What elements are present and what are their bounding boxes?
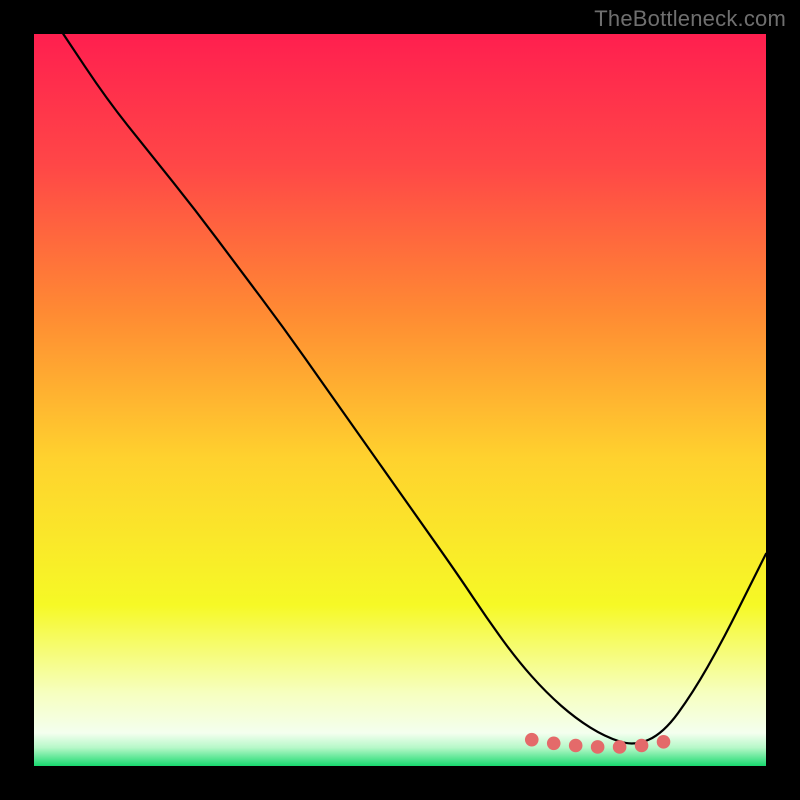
watermark-label: TheBottleneck.com bbox=[594, 6, 786, 32]
marker-dot bbox=[547, 737, 561, 751]
marker-dot bbox=[657, 735, 671, 749]
marker-dot bbox=[569, 739, 583, 753]
marker-dot bbox=[591, 740, 605, 754]
gradient-background bbox=[34, 34, 766, 766]
marker-dot bbox=[635, 739, 649, 753]
chart-frame: TheBottleneck.com bbox=[0, 0, 800, 800]
marker-dot bbox=[525, 733, 539, 747]
chart-svg bbox=[34, 34, 766, 766]
marker-dot bbox=[613, 740, 627, 754]
plot-area bbox=[34, 34, 766, 766]
